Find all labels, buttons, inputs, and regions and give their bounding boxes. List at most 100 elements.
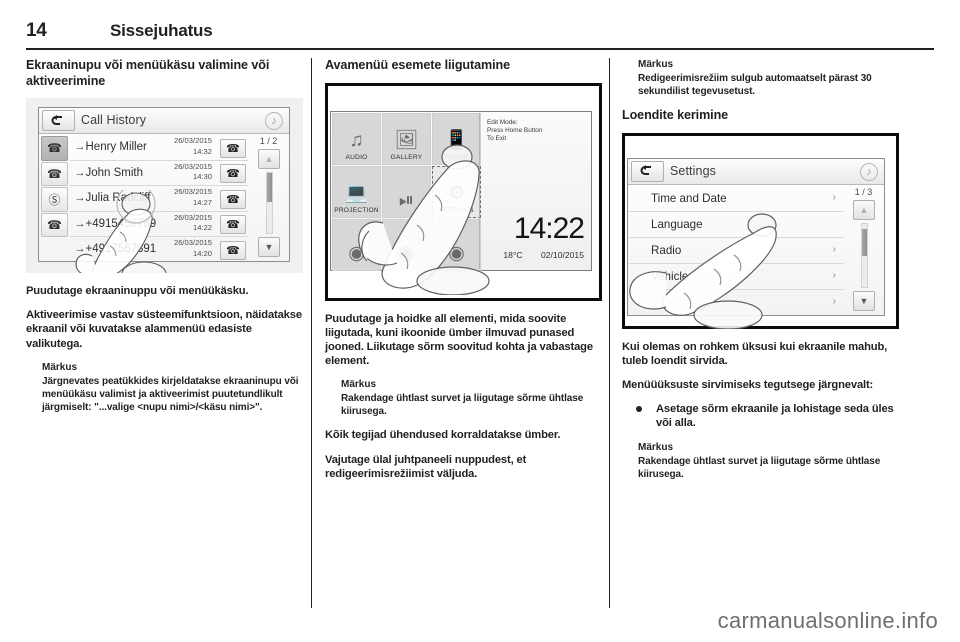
watermark: carmanualsonline.info — [717, 608, 938, 633]
call-time: 14:20 — [192, 248, 212, 258]
phone-handset-icon[interactable]: ☎ — [220, 189, 246, 209]
note-text: Järgnevates peatükkides kirjeldatakse ek… — [42, 375, 299, 413]
call-name: →Julia Radcliff — [74, 192, 151, 205]
phone-handset-icon[interactable]: ☎ — [220, 215, 246, 235]
call-date: 26/03/2015 — [173, 136, 212, 145]
column-middle: Avamenüü esemete liigutamine ♫ AUDIO 🖼 G… — [325, 58, 602, 618]
list-item[interactable]: Time and Date › — [629, 186, 844, 212]
table-row[interactable]: →Henry Miller 26/03/2015 14:32 ☎ — [70, 135, 248, 161]
note-block-middle: Märkus Rakendage ühtlast survet ja liigu… — [325, 378, 602, 418]
table-row[interactable]: →+4915456789 26/03/2015 14:22 ☎ — [70, 212, 248, 238]
triangle-up-icon[interactable]: ▲ — [853, 199, 875, 220]
note-text: Rakendage ühtlast survet ja liigutage sõ… — [638, 455, 881, 480]
tile-gallery[interactable]: 🖼 GALLERY — [382, 112, 431, 165]
temperature-readout: 18°C — [503, 249, 523, 260]
scroll-track[interactable] — [266, 172, 273, 234]
tile-extra-mid[interactable]: ◉ — [382, 218, 431, 271]
chapter-title: Sissejuhatus — [110, 21, 213, 40]
sidebar-item-missed-calls[interactable]: Ⓢ — [41, 187, 68, 212]
audio-note-icon: ♫ — [349, 129, 364, 151]
tile-phone[interactable]: 📱 PHONE — [432, 112, 481, 165]
projection-screen-icon: 💻 — [344, 182, 369, 204]
list-item-label: Radio — [651, 243, 682, 257]
tile-extra-left[interactable]: ◉ — [332, 218, 381, 271]
list-item: Asetage sõrm ekraanile ja lohistage seda… — [622, 402, 899, 430]
chevron-right-icon: › — [832, 243, 836, 255]
music-note-icon[interactable]: ♪ — [860, 162, 878, 181]
tile-label: AUDIO — [345, 153, 368, 161]
settings-screen: Settings ♪ Time and Date › Language Radi… — [627, 157, 885, 316]
tile-label: PROJECTION — [334, 206, 379, 214]
phone-handset-icon[interactable]: ☎ — [220, 138, 246, 158]
section-heading-select-button: Ekraaninupu või menüükäsu valimine või a… — [26, 58, 270, 88]
note-text: Rakendage ühtlast survet ja liigutage sõ… — [341, 393, 584, 418]
page-header: 14 Sissejuhatus — [26, 20, 934, 50]
figure-call-history: Call History ♪ ☎ ☎ Ⓢ ☎ →Henry Miller 26/… — [26, 98, 303, 273]
column-divider-2 — [609, 58, 610, 608]
table-row[interactable]: →+4917567891 26/03/2015 14:20 ☎ — [70, 237, 248, 263]
call-timestamp: 26/03/2015 14:22 — [174, 213, 212, 234]
phone-handset-icon[interactable]: ☎ — [220, 240, 246, 260]
date-readout: 02/10/2015 — [540, 249, 584, 260]
table-row[interactable]: →John Smith 26/03/2015 14:30 ☎ — [70, 161, 248, 187]
scroll-thumb[interactable] — [267, 173, 272, 202]
phone-device-icon: 📱 — [444, 129, 469, 151]
tile-settings[interactable]: ⚙ SETTINGS — [432, 165, 481, 218]
back-arrow-glyph — [640, 165, 651, 175]
screen-titlebar: Settings ♪ — [628, 158, 884, 185]
paragraph-list-overflow: Kui olemas on rohkem üksusi kui ekraanil… — [622, 340, 888, 367]
phone-handset-icon[interactable]: ☎ — [220, 164, 246, 184]
tile-label: PHONE — [444, 153, 469, 161]
call-date: 26/03/2015 — [173, 238, 212, 248]
call-name: →+4915456789 — [74, 217, 157, 230]
paragraph-exit-edit-mode: Vajutage ülal juhtpaneeli nuppudest, et … — [325, 453, 527, 480]
note-label: Märkus — [638, 59, 674, 70]
call-filter-sidebar: ☎ ☎ Ⓢ ☎ — [40, 135, 69, 260]
scrollbar[interactable]: 1 / 3 ▲ ▼ — [844, 186, 883, 314]
section-heading-move-items: Avamenüü esemete liigutamine — [325, 58, 510, 72]
call-date: 26/03/2015 — [173, 187, 212, 197]
note-label: Märkus — [42, 361, 78, 373]
tile-projection[interactable]: 💻 PROJECTION — [332, 165, 381, 218]
tile-navigation[interactable]: ⏯ — [382, 165, 431, 218]
scrollbar[interactable]: 1 / 2 ▲ ▼ — [249, 135, 288, 260]
tile-audio[interactable]: ♫ AUDIO — [332, 112, 381, 165]
list-item-label: Language — [651, 217, 703, 231]
list-item[interactable]: › — [629, 290, 844, 316]
tile-extra-right[interactable]: ◉ — [432, 218, 481, 271]
note-block-left: Märkus Järgnevates peatükkides kirjeldat… — [26, 361, 303, 414]
screen-title: Settings — [670, 163, 716, 178]
list-item[interactable]: Radio › — [629, 238, 844, 264]
chevron-right-icon: › — [832, 191, 836, 203]
call-timestamp: 26/03/2015 14:27 — [174, 187, 212, 208]
column-divider-1 — [311, 58, 312, 608]
app-tile-grid: ♫ AUDIO 🖼 GALLERY 📱 PHONE 💻 PROJECTION ⏯… — [332, 112, 481, 271]
triangle-down-icon[interactable]: ▼ — [853, 290, 875, 311]
call-history-list: →Henry Miller 26/03/2015 14:32 ☎ →John S… — [70, 135, 248, 260]
call-name: →+4917567891 — [74, 243, 157, 256]
call-time: 14:22 — [192, 223, 212, 233]
navigation-icon: ⏯ — [398, 189, 415, 211]
list-item[interactable]: Language — [629, 212, 844, 238]
gear-icon: ⚙ — [447, 182, 466, 204]
sidebar-item-incoming-calls[interactable]: ☎ — [41, 212, 68, 237]
paragraph-scroll-howto: Menüüüksuste sirvimiseks tegutsege järgn… — [622, 378, 874, 391]
sidebar-item-outgoing-calls[interactable]: ☎ — [41, 161, 68, 186]
call-name: →John Smith — [74, 166, 144, 179]
back-arrow-icon[interactable] — [42, 110, 75, 131]
edit-mode-hint: Edit Mode: Press Home Button To Exit — [487, 118, 543, 143]
note-block-right-top: Märkus Redigeerimisrežiim sulgub automaa… — [622, 58, 899, 98]
scroll-thumb[interactable] — [862, 228, 867, 257]
call-timestamp: 26/03/2015 14:30 — [174, 162, 212, 183]
list-item[interactable]: Vehicle › — [629, 264, 844, 290]
triangle-up-icon[interactable]: ▲ — [258, 149, 280, 169]
scroll-track[interactable] — [861, 222, 868, 288]
table-row[interactable]: →Julia Radcliff 26/03/2015 14:27 ☎ — [70, 186, 248, 212]
app-icon: ◉ — [448, 242, 465, 264]
music-note-icon[interactable]: ♪ — [265, 112, 283, 130]
sidebar-item-all-calls[interactable]: ☎ — [41, 136, 68, 161]
note-block-right-bottom: Märkus Rakendage ühtlast survet ja liigu… — [622, 441, 899, 481]
app-icon: ◉ — [348, 242, 365, 264]
back-arrow-icon[interactable] — [631, 160, 664, 182]
triangle-down-icon[interactable]: ▼ — [258, 237, 280, 257]
